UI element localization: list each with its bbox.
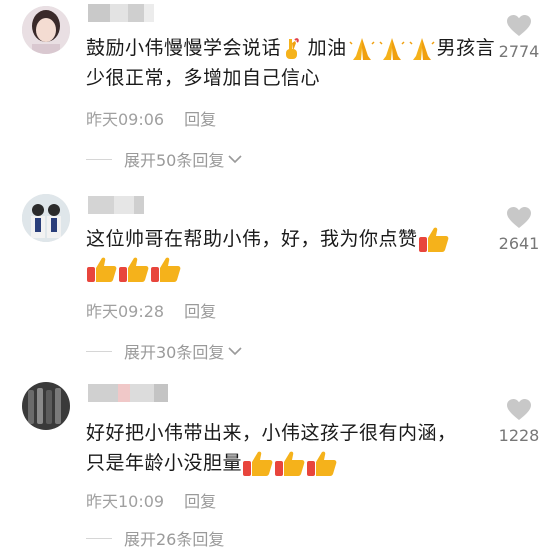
folded-hands-emoji-icon [379, 37, 405, 60]
divider [86, 537, 112, 539]
thumbs-up-emoji-icon [243, 451, 273, 476]
expand-replies-button[interactable]: 展开30条回复 [86, 339, 242, 363]
reply-button[interactable]: 回复 [184, 302, 216, 321]
chevron-down-icon [228, 155, 242, 164]
thumbs-up-emoji-icon [275, 451, 305, 476]
avatar-image [22, 6, 70, 54]
thumbs-up-emoji-icon [119, 257, 149, 282]
crossed-fingers-emoji-icon [286, 37, 299, 59]
comment-meta: 昨天09:06 回复 [86, 106, 216, 130]
username-blurred[interactable] [88, 384, 168, 402]
comment-item-3: 好好把小伟带出来，小伟这孩子很有内涵， 只是年龄小没胆量 昨天10:09 回复 展开… [0, 380, 555, 549]
expand-replies-label: 展开26条回复 [124, 530, 225, 549]
heart-icon [507, 15, 531, 36]
comment-text: 这位帅哥在帮助小伟，好，我为你点赞 [86, 224, 506, 284]
username-blurred[interactable] [88, 4, 154, 22]
chevron-down-icon [228, 347, 242, 356]
thumbs-up-emoji-icon [418, 227, 448, 252]
thumbs-up-emoji-icon [307, 451, 337, 476]
comment-item-1: 鼓励小伟慢慢学会说话 加油 男孩言少很正常，多增加自己信心 昨天09:06 回复 展… [0, 0, 555, 175]
divider [86, 350, 112, 352]
comment-time: 昨天10:09 [86, 492, 165, 511]
expand-replies-label: 展开50条回复 [124, 151, 225, 170]
like-count: 1228 [498, 426, 540, 445]
like-button[interactable]: 1228 [497, 398, 541, 445]
folded-hands-emoji-icon [349, 35, 375, 60]
comment-item-2: 这位帅哥在帮助小伟，好，我为你点赞 昨天09:28 回复 展开30条回复 2641 [0, 190, 555, 365]
comment-text-part: 加油 [307, 37, 347, 59]
heart-icon [507, 399, 531, 420]
avatar-image [22, 382, 70, 430]
like-button[interactable]: 2774 [497, 14, 541, 61]
comment-time: 昨天09:28 [86, 302, 165, 321]
comment-meta: 昨天09:28 回复 [86, 298, 216, 322]
divider [86, 158, 112, 160]
like-button[interactable]: 2641 [497, 206, 541, 253]
comment-text: 好好把小伟带出来，小伟这孩子很有内涵， 只是年龄小没胆量 [86, 418, 506, 478]
username-blurred[interactable] [88, 196, 144, 214]
expand-replies-button[interactable]: 展开26条回复 [86, 526, 224, 550]
folded-hands-emoji-icon [409, 37, 435, 60]
comment-text: 鼓励小伟慢慢学会说话 加油 男孩言少很正常，多增加自己信心 [86, 33, 506, 93]
avatar[interactable] [22, 382, 70, 430]
expand-replies-button[interactable]: 展开50条回复 [86, 147, 242, 171]
thumbs-up-emoji-icon [151, 257, 181, 282]
reply-button[interactable]: 回复 [184, 110, 216, 129]
heart-icon [507, 207, 531, 228]
comment-time: 昨天09:06 [86, 110, 165, 129]
avatar[interactable] [22, 194, 70, 242]
like-count: 2641 [498, 234, 540, 253]
comment-text-part: 好好把小伟带出来，小伟这孩子很有内涵， [86, 422, 457, 444]
comment-text-part: 鼓励小伟慢慢学会说话 [86, 37, 282, 59]
expand-replies-label: 展开30条回复 [124, 343, 225, 362]
comment-text-part: 只是年龄小没胆量 [86, 452, 243, 474]
avatar[interactable] [22, 6, 70, 54]
comment-meta: 昨天10:09 回复 [86, 488, 216, 512]
avatar-image [22, 194, 70, 242]
reply-button[interactable]: 回复 [184, 492, 216, 511]
thumbs-up-emoji-icon [87, 257, 117, 282]
comment-text-part: 这位帅哥在帮助小伟，好，我为你点赞 [86, 228, 418, 250]
like-count: 2774 [498, 42, 540, 61]
